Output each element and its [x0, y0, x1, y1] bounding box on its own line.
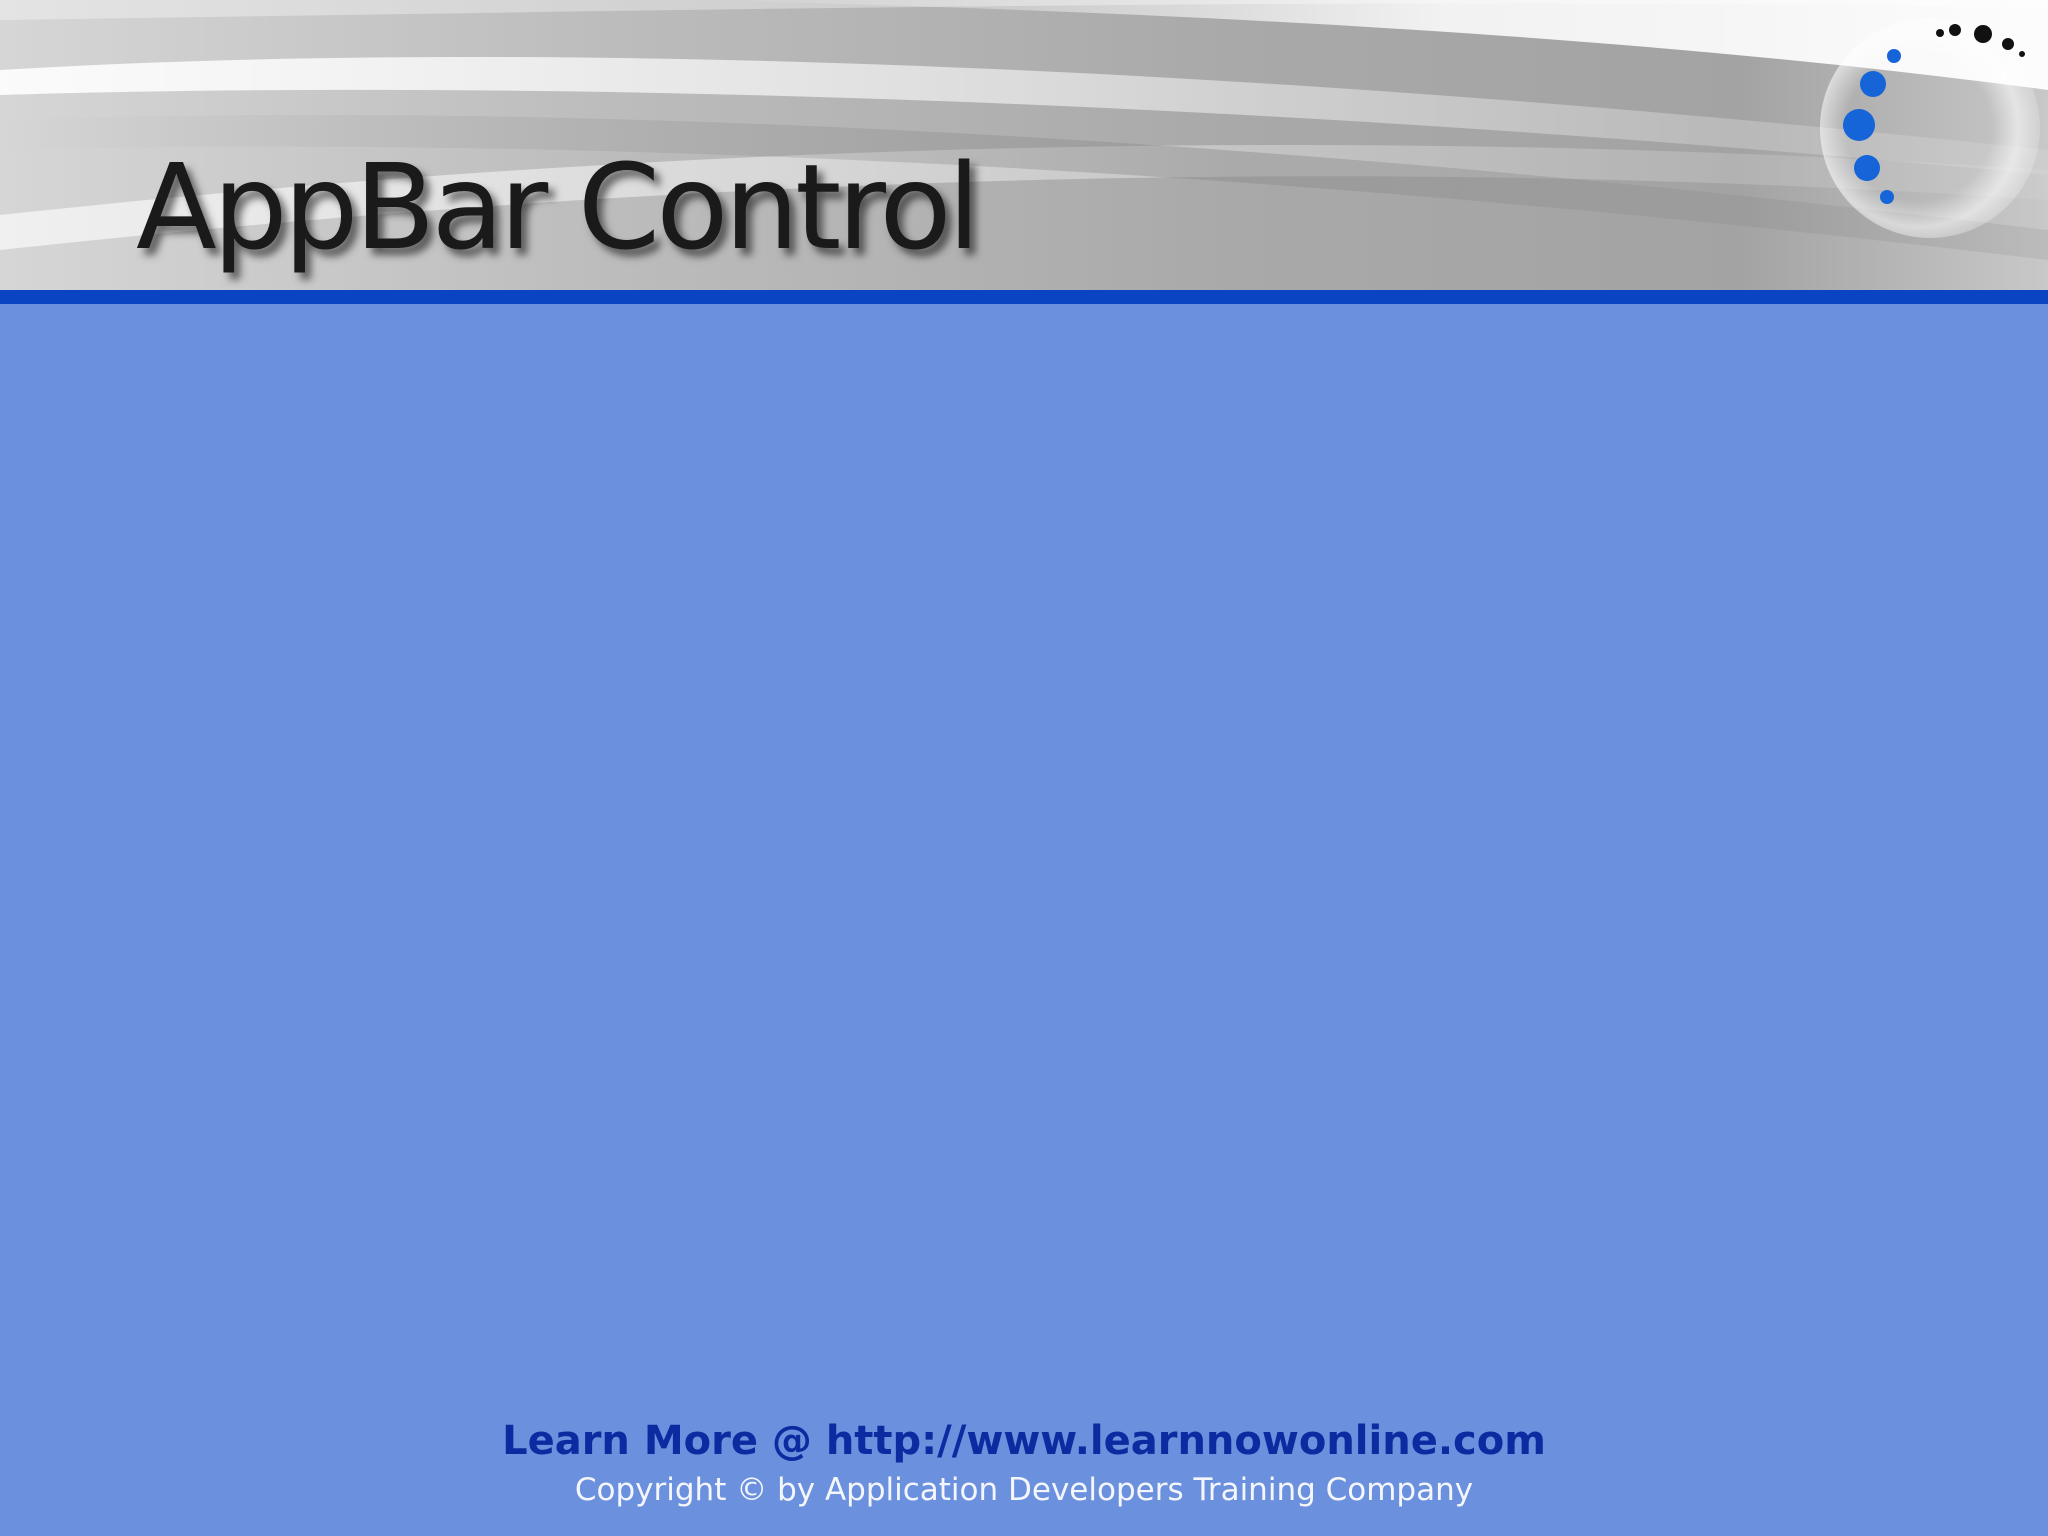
slide-title: AppBar Control [136, 138, 980, 276]
copyright-text: Copyright © by Application Developers Tr… [574, 1472, 1474, 1508]
learn-more-link[interactable]: Learn More @ http://www.learnnowonline.c… [0, 1418, 2048, 1464]
dotted-arc-logo-icon [1810, 10, 2048, 240]
header-divider [0, 290, 2048, 304]
slide: AppBar Control Learn More @ http://www.l… [0, 0, 2048, 1536]
header-band: AppBar Control [0, 0, 2048, 290]
